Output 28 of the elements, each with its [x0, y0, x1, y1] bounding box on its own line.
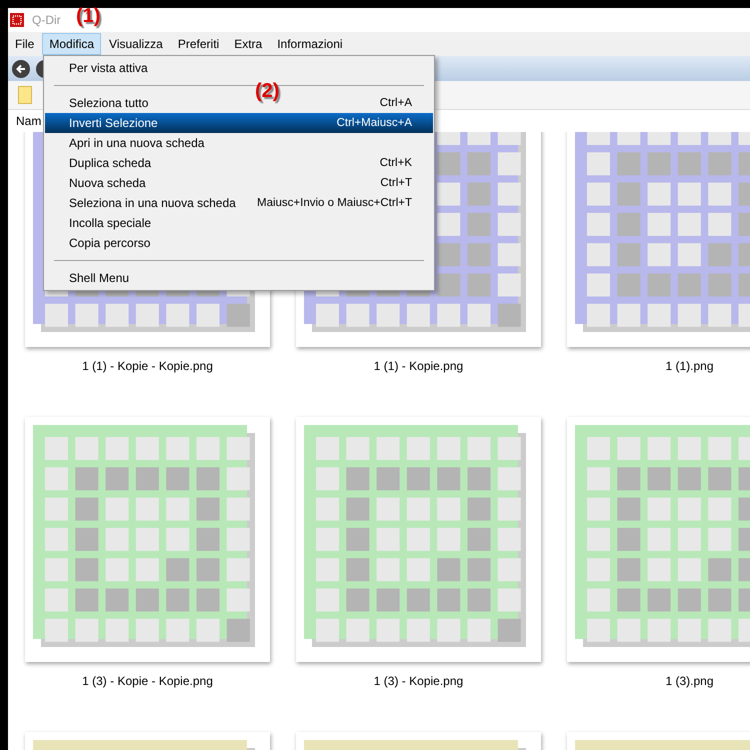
menu-item[interactable]: Incolla speciale [44, 213, 434, 233]
menu-item[interactable]: Apri in una nuova scheda [44, 133, 434, 153]
menu-bar-item[interactable]: Informazioni [270, 33, 350, 55]
column-header[interactable]: Nam [16, 114, 42, 128]
menu-bar-item[interactable]: Extra [227, 33, 270, 55]
thumbnail[interactable] [296, 417, 541, 662]
file-name: 1 (1) - Kopie.png [374, 359, 464, 373]
menu-item[interactable]: Seleziona in una nuova scheda Maiusc+Invio o Maiusc+Ctrl+T [44, 193, 434, 213]
file-name: 1 (3).png [665, 674, 714, 688]
menu-item[interactable]: Duplica scheda Ctrl+K [44, 153, 434, 173]
file-name: 1 (1) - Kopie - Kopie.png [82, 359, 213, 373]
callout-number: (2) [255, 80, 280, 103]
folder-icon [18, 86, 32, 104]
menu-item[interactable]: Copia percorso [44, 233, 434, 253]
menu-bar-item[interactable]: Preferiti [170, 33, 226, 55]
file-name: 1 (1).png [665, 359, 714, 373]
menu-item[interactable]: Inverti Selezione Ctrl+Maiusc+A [45, 113, 433, 133]
window-title: Q-Dir [32, 13, 61, 27]
callout-number: (1) [76, 5, 100, 28]
back-icon[interactable] [12, 60, 30, 78]
thumbnail[interactable] [25, 417, 270, 662]
file-name: 1 (3) - Kopie.png [374, 674, 464, 688]
menu-bar-item[interactable]: Modifica [42, 33, 102, 55]
file-name: 1 (3) - Kopie - Kopie.png [82, 674, 213, 688]
menu-bar-item[interactable]: File [8, 33, 42, 55]
menu-item[interactable]: Shell Menu [44, 268, 434, 288]
menu-item[interactable]: Nuova scheda Ctrl+T [44, 173, 434, 193]
menu-bar-item[interactable]: Visualizza [102, 33, 170, 55]
